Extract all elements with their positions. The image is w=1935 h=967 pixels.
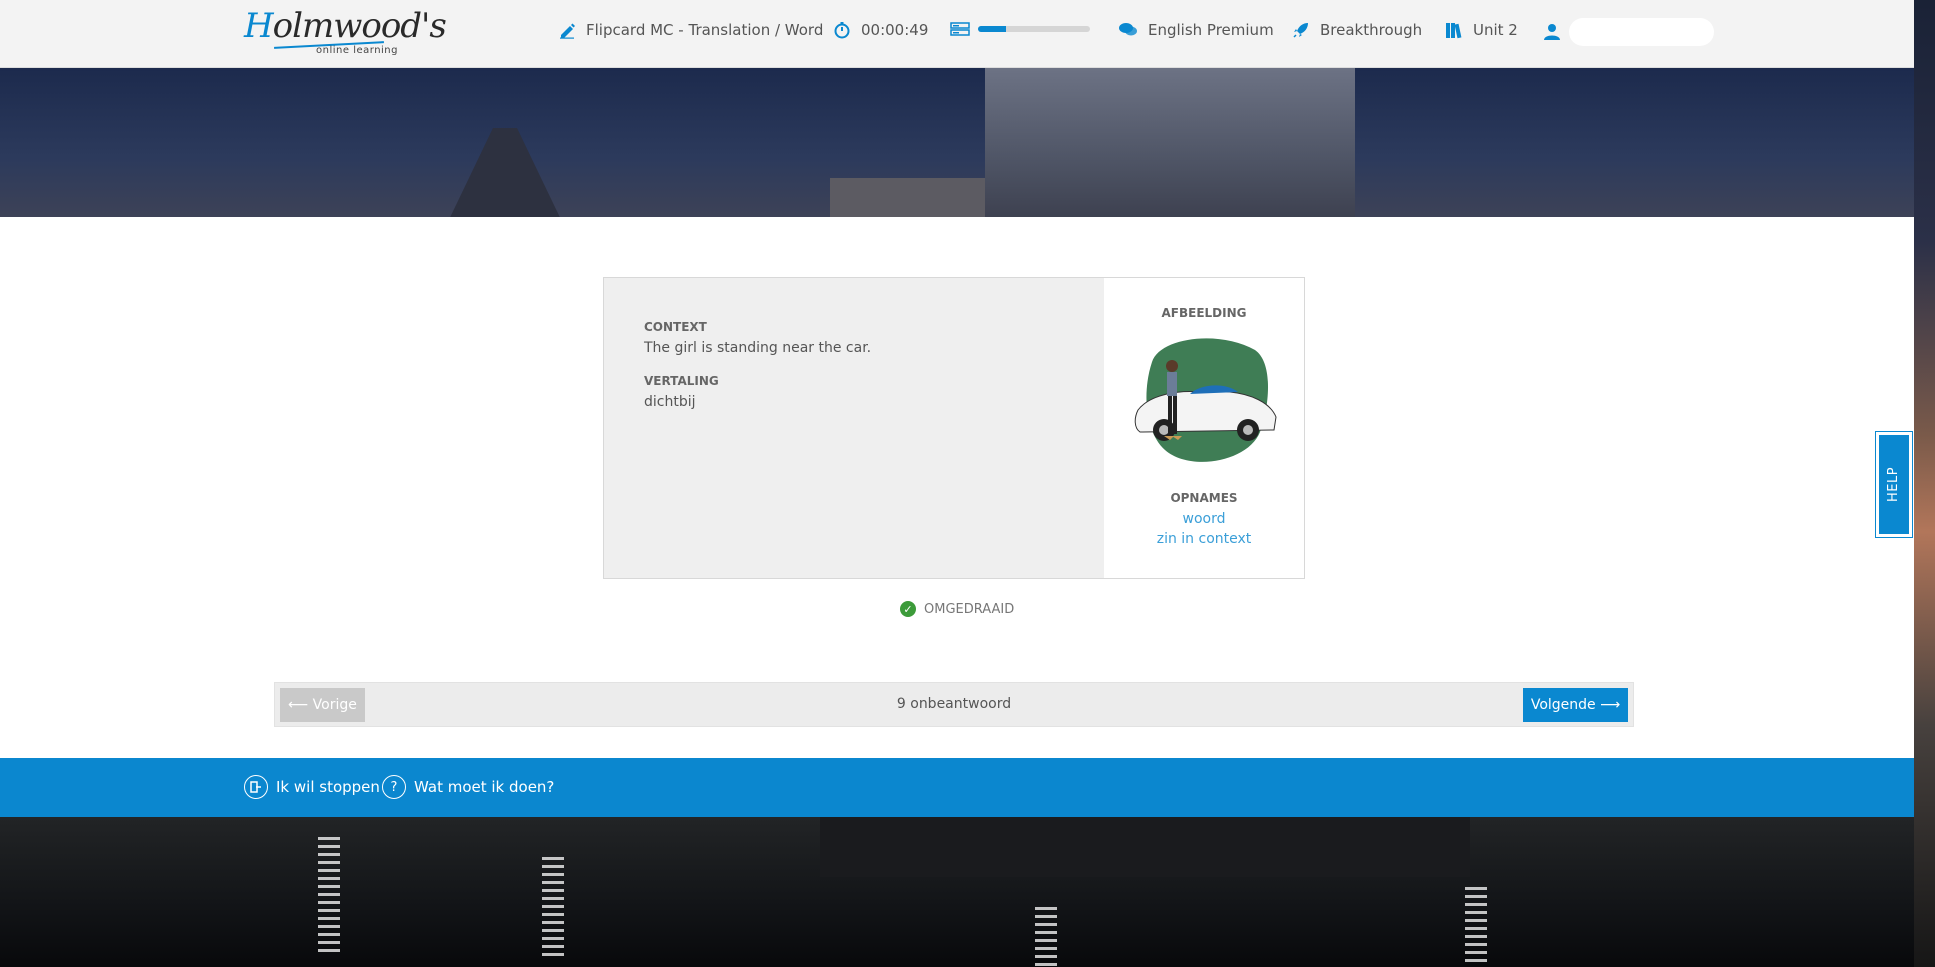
course-name: English Premium bbox=[1118, 21, 1274, 39]
chat-bubbles-icon bbox=[1119, 23, 1137, 36]
light-reflection bbox=[1035, 907, 1057, 967]
translation-label: VERTALING bbox=[644, 374, 719, 388]
play-context-recording-link[interactable]: zin in context bbox=[1104, 531, 1304, 547]
instructions-button-label: Wat moet ik doen? bbox=[414, 778, 555, 796]
top-navbar: Holmwood's online learning Flipcard MC -… bbox=[0, 0, 1914, 68]
background-photo-water bbox=[0, 817, 1914, 967]
exercise-type-label: Flipcard MC - Translation / Word bbox=[586, 21, 824, 39]
exercise-progress bbox=[950, 22, 1090, 36]
play-word-recording-link[interactable]: woord bbox=[1104, 511, 1304, 527]
photo-spire bbox=[445, 128, 565, 217]
light-reflection bbox=[1465, 887, 1487, 967]
stop-button-label: Ik wil stoppen bbox=[276, 778, 380, 796]
logo-subtitle: online learning bbox=[316, 45, 398, 56]
stop-button[interactable]: Ik wil stoppen bbox=[244, 775, 380, 799]
card-back-text: CONTEXT The girl is standing near the ca… bbox=[644, 308, 1084, 410]
girl-near-car-illustration bbox=[1130, 332, 1278, 467]
recordings-label: OPNAMES bbox=[1170, 491, 1238, 505]
exit-icon bbox=[244, 775, 268, 799]
flipcard[interactable]: CONTEXT The girl is standing near the ca… bbox=[603, 277, 1305, 579]
user-icon bbox=[1544, 24, 1560, 40]
light-reflection bbox=[318, 837, 340, 957]
question-pager: ⟵ Vorige 9 onbeantwoord Volgende ⟶ bbox=[274, 682, 1634, 727]
context-label: CONTEXT bbox=[644, 320, 707, 334]
window-edge-strip bbox=[1914, 0, 1935, 967]
illustration-svg bbox=[1134, 338, 1277, 462]
flip-status: ✓ OMGEDRAAID bbox=[900, 601, 1014, 617]
header-photo bbox=[0, 68, 1914, 217]
progress-fill bbox=[978, 26, 1006, 32]
timer-value: 00:00:49 bbox=[861, 21, 929, 39]
holmwoods-logo[interactable]: Holmwood's online learning bbox=[244, 6, 447, 62]
unit: Unit 2 bbox=[1445, 21, 1518, 39]
action-footer: Ik wil stoppen ? Wat moet ik doen? bbox=[0, 758, 1914, 817]
next-button[interactable]: Volgende ⟶ bbox=[1523, 688, 1628, 722]
progress-icon bbox=[950, 22, 970, 36]
main-content: CONTEXT The girl is standing near the ca… bbox=[0, 217, 1914, 758]
exercise-type: Flipcard MC - Translation / Word bbox=[558, 21, 823, 39]
course-level-label: Breakthrough bbox=[1320, 21, 1423, 39]
help-tab[interactable]: HELP bbox=[1875, 431, 1913, 538]
instructions-button[interactable]: ? Wat moet ik doen? bbox=[382, 775, 554, 799]
course-name-label: English Premium bbox=[1148, 21, 1274, 39]
rocket-icon bbox=[1293, 23, 1308, 38]
unit-label: Unit 2 bbox=[1473, 21, 1518, 39]
photo-tower bbox=[985, 68, 1355, 217]
flip-status-label: OMGEDRAAID bbox=[924, 601, 1015, 617]
image-label: AFBEELDING bbox=[1161, 306, 1247, 320]
pencil-icon bbox=[560, 23, 575, 39]
unanswered-count: 9 onbeantwoord bbox=[896, 696, 1012, 712]
user-name-redacted bbox=[1569, 18, 1714, 46]
logo-text-rest: olmwood's bbox=[272, 6, 447, 46]
check-icon: ✓ bbox=[900, 601, 916, 617]
stopwatch-icon bbox=[834, 22, 850, 39]
translation-value: dichtbij bbox=[644, 394, 696, 410]
context-sentence: The girl is standing near the car. bbox=[644, 340, 872, 356]
progress-track bbox=[978, 26, 1090, 32]
timer: 00:00:49 bbox=[833, 21, 928, 39]
card-media-panel: AFBEELDING OPNAMES woord zin in context bbox=[1104, 278, 1304, 578]
books-icon bbox=[1446, 23, 1462, 39]
course-level: Breakthrough bbox=[1292, 21, 1422, 39]
light-reflection bbox=[542, 857, 564, 957]
logo-text: Holmwood's bbox=[244, 6, 447, 46]
help-tab-label: HELP bbox=[1886, 466, 1902, 503]
user-menu[interactable] bbox=[1543, 18, 1714, 46]
question-mark-icon: ? bbox=[382, 775, 406, 799]
photo-bridge-base bbox=[820, 817, 1470, 877]
